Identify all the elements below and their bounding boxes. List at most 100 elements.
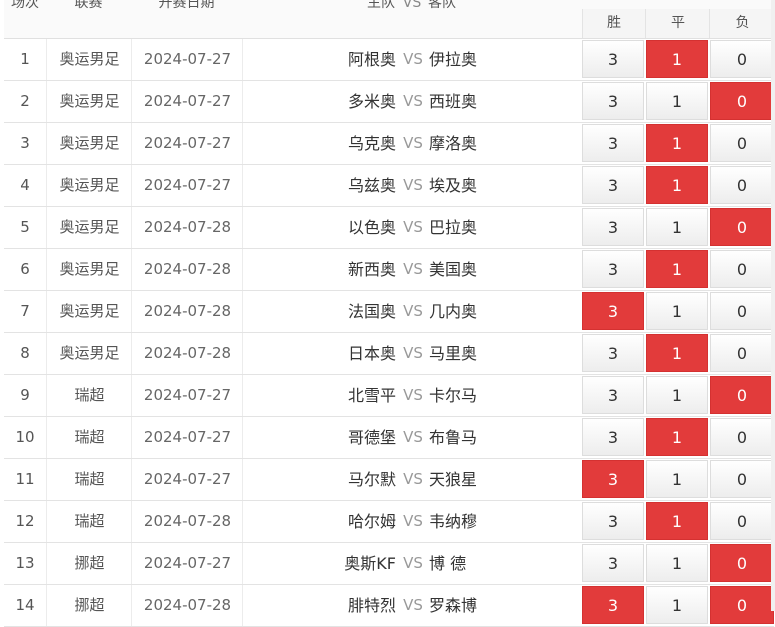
bet-draw-button[interactable]: 1	[646, 544, 708, 582]
match-teams: 日本奥 VS 马里奥	[242, 333, 583, 374]
bet-loss-button[interactable]: 0	[710, 40, 774, 78]
away-team: 美国奥	[429, 260, 478, 279]
bet-loss-button[interactable]: 0	[710, 544, 774, 582]
home-team: 日本奥	[347, 344, 396, 363]
vs-label: VS	[403, 596, 423, 614]
bet-win-button[interactable]: 3	[582, 166, 644, 204]
match-date: 2024-07-27	[131, 123, 243, 164]
bet-loss-button[interactable]: 0	[710, 586, 774, 624]
bet-win-button[interactable]: 3	[582, 40, 644, 78]
bet-win-button[interactable]: 3	[582, 544, 644, 582]
match-league: 奥运男足	[46, 165, 132, 206]
home-team: 哥德堡	[347, 428, 396, 447]
match-league: 奥运男足	[46, 333, 132, 374]
header-league: 联赛	[74, 0, 103, 11]
bet-draw-button[interactable]: 1	[646, 586, 708, 624]
bet-draw-button[interactable]: 1	[646, 418, 708, 456]
match-teams: 哈尔姆 VS 韦纳穆	[242, 501, 583, 542]
match-date: 2024-07-28	[131, 585, 243, 626]
bet-win-button[interactable]: 3	[582, 82, 644, 120]
match-index: 9	[20, 386, 30, 404]
match-teams: 哥德堡 VS 布鲁马	[242, 417, 583, 458]
bet-draw-button[interactable]: 1	[646, 40, 708, 78]
match-league: 奥运男足	[46, 249, 132, 290]
match-teams: 奥斯KF VS 博 德	[242, 543, 583, 584]
vs-label: VS	[403, 134, 423, 152]
bet-loss-button[interactable]: 0	[710, 376, 774, 414]
match-date: 2024-07-27	[131, 81, 243, 122]
bet-win-button[interactable]: 3	[582, 502, 644, 540]
bet-win-button[interactable]: 3	[582, 418, 644, 456]
bet-loss-button[interactable]: 0	[710, 208, 774, 246]
match-league: 奥运男足	[46, 207, 132, 248]
match-league: 瑞超	[46, 459, 132, 500]
bet-draw-button[interactable]: 1	[646, 166, 708, 204]
table-row: 6 奥运男足 2024-07-28 新西奥 VS 美国奥 3 1 0	[4, 249, 774, 291]
header-away: 客队	[428, 0, 456, 11]
bet-draw-button[interactable]: 1	[646, 460, 708, 498]
header-draw: 平	[645, 9, 710, 38]
vs-label: VS	[403, 302, 423, 320]
match-teams: 以色奥 VS 巴拉奥	[242, 207, 583, 248]
away-team: 埃及奥	[429, 176, 478, 195]
match-date: 2024-07-28	[131, 501, 243, 542]
match-index: 1	[20, 50, 30, 68]
bet-loss-button[interactable]: 0	[710, 124, 774, 162]
bet-loss-button[interactable]: 0	[710, 334, 774, 372]
away-team: 罗森博	[429, 596, 478, 615]
bet-win-button[interactable]: 3	[582, 124, 644, 162]
match-teams: 马尔默 VS 天狼星	[242, 459, 583, 500]
bet-draw-button[interactable]: 1	[646, 82, 708, 120]
bet-win-button[interactable]: 3	[582, 460, 644, 498]
match-league: 瑞超	[46, 417, 132, 458]
bet-win-button[interactable]: 3	[582, 376, 644, 414]
bet-loss-button[interactable]: 0	[710, 82, 774, 120]
bet-win-button[interactable]: 3	[582, 208, 644, 246]
away-team: 韦纳穆	[429, 512, 478, 531]
header-win: 胜	[582, 9, 645, 38]
bet-win-button[interactable]: 3	[582, 250, 644, 288]
bet-draw-button[interactable]: 1	[646, 208, 708, 246]
bet-loss-button[interactable]: 0	[710, 418, 774, 456]
match-index: 2	[20, 92, 30, 110]
vs-label: VS	[403, 176, 423, 194]
bet-loss-button[interactable]: 0	[710, 292, 774, 330]
table-body: 1 奥运男足 2024-07-27 阿根奥 VS 伊拉奥 3 1 0 2 奥运男足 2024-07-2…	[4, 39, 774, 627]
match-league: 奥运男足	[46, 123, 132, 164]
match-index: 11	[15, 470, 35, 488]
home-team: 乌克奥	[347, 134, 396, 153]
vs-label: VS	[403, 260, 423, 278]
bet-draw-button[interactable]: 1	[646, 250, 708, 288]
bet-draw-button[interactable]: 1	[646, 334, 708, 372]
match-index: 7	[20, 302, 30, 320]
scrollbar[interactable]	[771, 0, 775, 611]
match-date: 2024-07-27	[131, 459, 243, 500]
match-league: 挪超	[46, 585, 132, 626]
bet-win-button[interactable]: 3	[582, 334, 644, 372]
bet-draw-button[interactable]: 1	[646, 376, 708, 414]
match-index: 6	[20, 260, 30, 278]
match-index: 8	[20, 344, 30, 362]
home-team: 腓特烈	[347, 596, 396, 615]
home-team: 多米奥	[347, 92, 396, 111]
bet-loss-button[interactable]: 0	[710, 166, 774, 204]
match-teams: 乌兹奥 VS 埃及奥	[242, 165, 583, 206]
table-row: 1 奥运男足 2024-07-27 阿根奥 VS 伊拉奥 3 1 0	[4, 39, 774, 81]
table-row: 2 奥运男足 2024-07-27 多米奥 VS 西班奥 3 1 0	[4, 81, 774, 123]
bet-draw-button[interactable]: 1	[646, 502, 708, 540]
home-team: 北雪平	[347, 386, 396, 405]
bet-loss-button[interactable]: 0	[710, 250, 774, 288]
bet-loss-button[interactable]: 0	[710, 502, 774, 540]
match-index: 5	[20, 218, 30, 236]
bet-loss-button[interactable]: 0	[710, 460, 774, 498]
match-index: 3	[20, 134, 30, 152]
match-league: 瑞超	[46, 501, 132, 542]
table-row: 10 瑞超 2024-07-27 哥德堡 VS 布鲁马 3 1 0	[4, 417, 774, 459]
bet-draw-button[interactable]: 1	[646, 124, 708, 162]
bet-win-button[interactable]: 3	[582, 292, 644, 330]
match-date: 2024-07-28	[131, 249, 243, 290]
lottery-match-table: 场次 联赛 开赛日期 主队 VS 客队 胜 平 负 1 奥运男足 2024-07-2…	[4, 0, 775, 627]
bet-win-button[interactable]: 3	[582, 586, 644, 624]
bet-draw-button[interactable]: 1	[646, 292, 708, 330]
match-league: 奥运男足	[46, 39, 132, 80]
